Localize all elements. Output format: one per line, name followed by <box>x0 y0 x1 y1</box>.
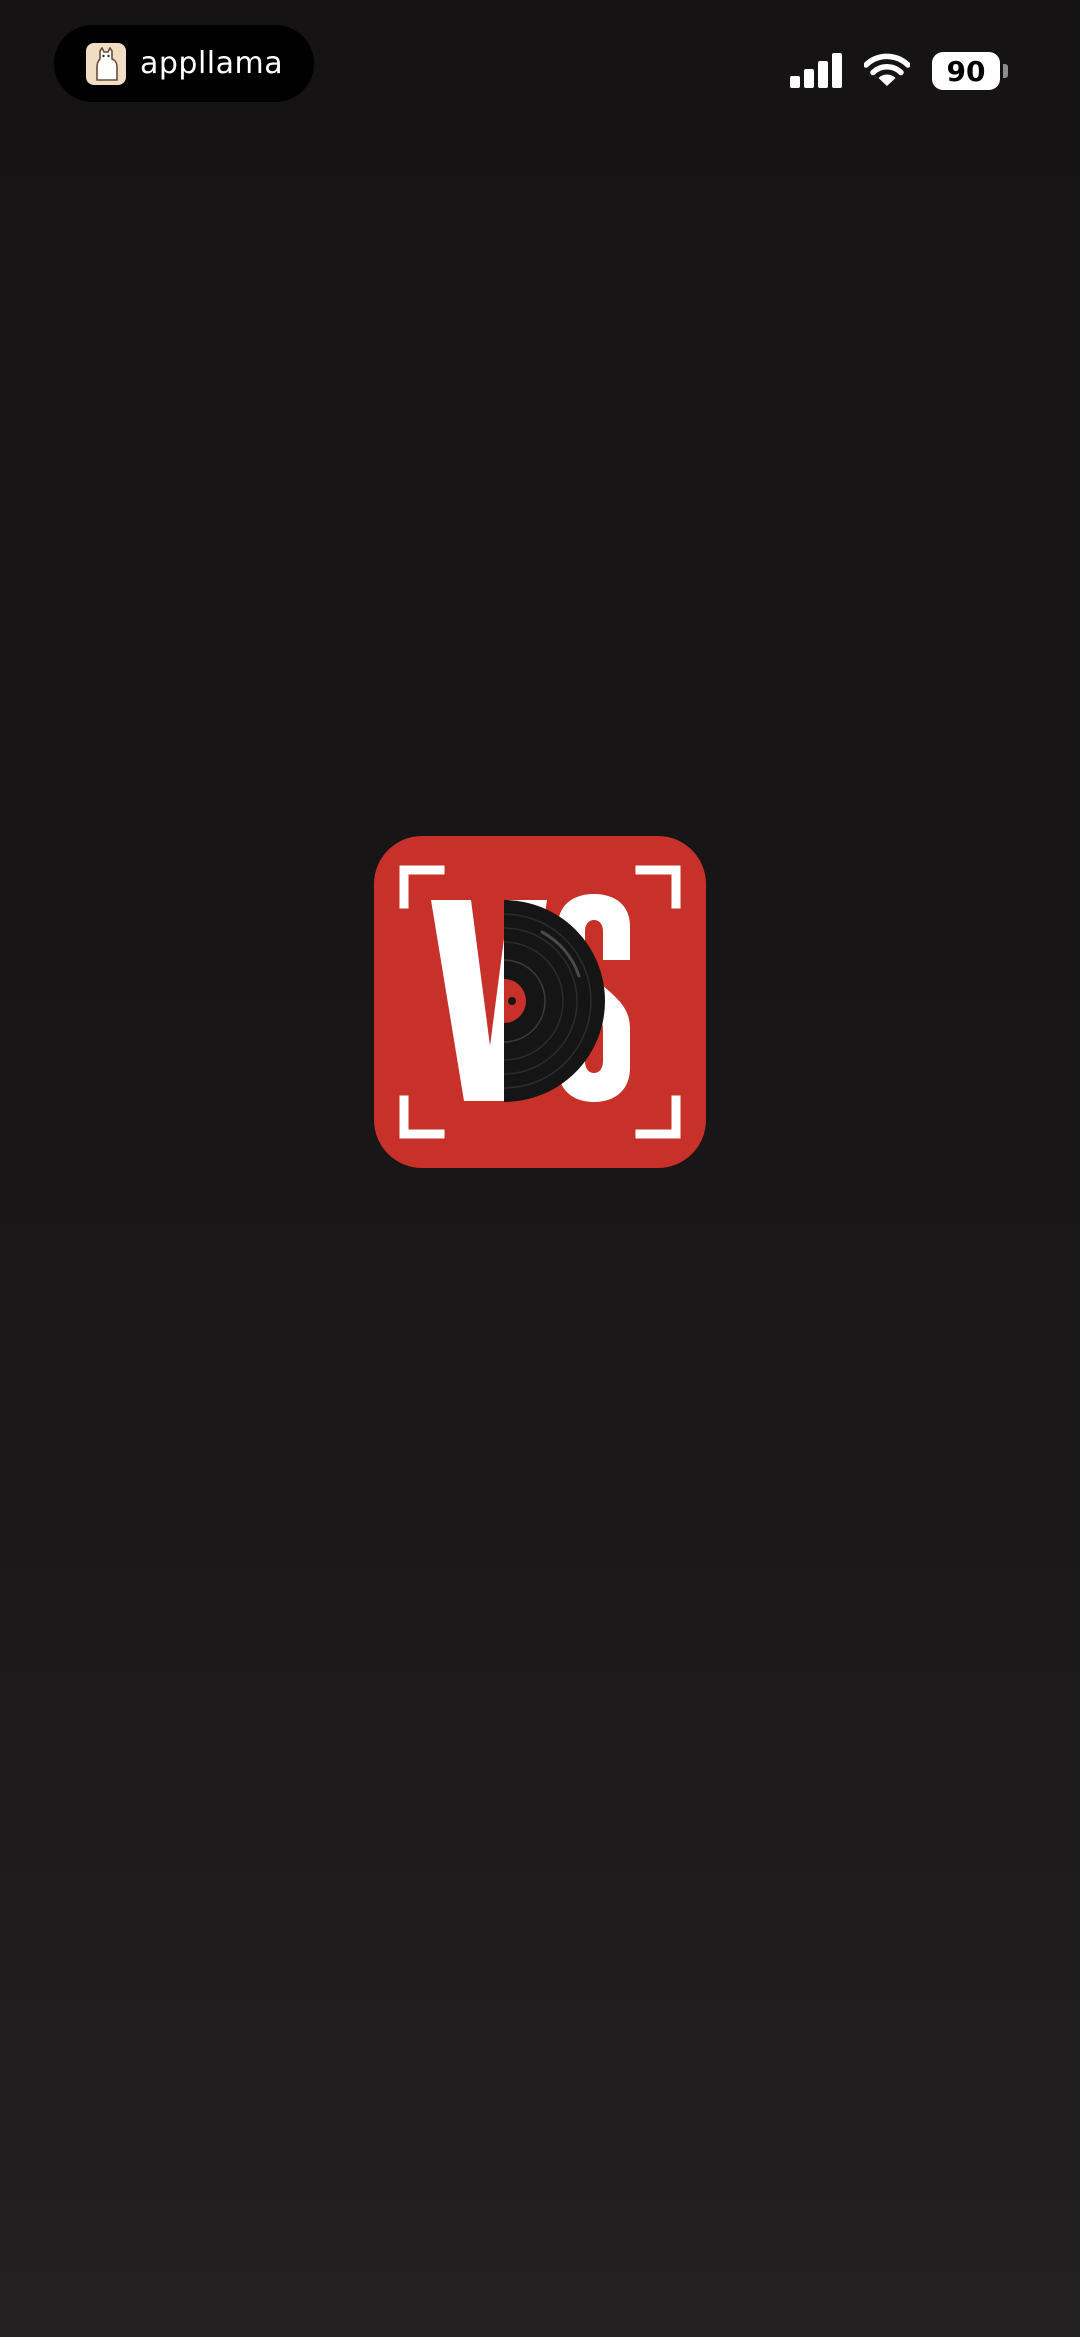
vs-record-logo-icon <box>374 836 706 1168</box>
llama-icon <box>86 42 126 85</box>
app-badge[interactable]: appllama <box>54 25 314 102</box>
battery-cap <box>1003 64 1008 78</box>
wifi-icon <box>864 53 910 86</box>
status-bar: appllama 90 <box>0 0 1080 140</box>
battery-level: 90 <box>932 52 1000 90</box>
app-badge-label: appllama <box>140 46 284 81</box>
cellular-signal-icon <box>790 53 842 88</box>
battery-indicator: 90 <box>932 52 1008 90</box>
